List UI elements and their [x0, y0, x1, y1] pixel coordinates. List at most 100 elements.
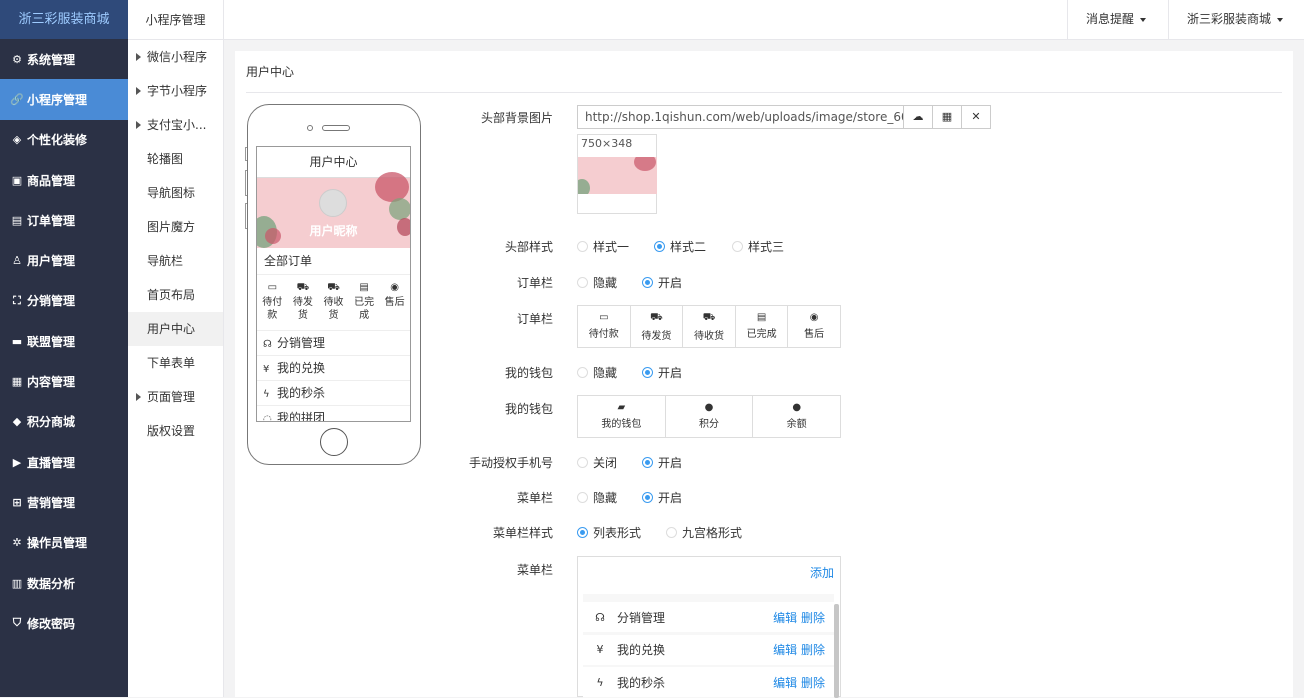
- account-dropdown[interactable]: 浙三彩服装商城: [1168, 0, 1304, 40]
- menu-icon: ☊: [263, 339, 272, 350]
- preview-menu-item: ☊ 分销管理: [257, 331, 410, 356]
- edit-link[interactable]: 编辑: [773, 643, 797, 657]
- wallet-radio-0[interactable]: 隐藏: [577, 364, 617, 381]
- menu-list-label: 菜单栏: [516, 563, 553, 577]
- subnav-item-1[interactable]: 字节小程序: [128, 74, 223, 108]
- sidebar-item-12[interactable]: ✲ 操作员管理: [0, 523, 128, 563]
- menu-style-radio-0[interactable]: 列表形式: [577, 524, 641, 541]
- sidebar-item-6[interactable]: ⛶ 分销管理: [0, 281, 128, 321]
- wallet-item-cell[interactable]: ● 余额: [753, 396, 840, 437]
- radio-circle: [577, 277, 588, 288]
- sidebar-item-7[interactable]: ▬ 联盟管理: [0, 321, 128, 361]
- sidebar-item-13[interactable]: ▥ 数据分析: [0, 563, 128, 603]
- sidebar-item-14[interactable]: ⛉ 修改密码: [0, 603, 128, 643]
- menu-row-actions: 编辑 删除: [773, 641, 825, 658]
- card-icon: ▬: [11, 334, 23, 348]
- subnav-item-2[interactable]: 支付宝小...: [128, 108, 223, 142]
- clear-button[interactable]: ✕: [962, 105, 991, 129]
- chevron-down-icon: [1140, 17, 1147, 22]
- radio-circle: [666, 527, 677, 538]
- scrollbar[interactable]: [834, 604, 839, 698]
- menu-toggle-radio-1[interactable]: 开启: [642, 489, 682, 506]
- subnav-item-10[interactable]: 页面管理: [128, 380, 223, 414]
- wallet-item-icon: ●: [792, 402, 802, 413]
- preview-order-item: ▭ 待付款: [257, 275, 288, 330]
- order-icon-label: 售后: [804, 329, 825, 340]
- subnav-item-9[interactable]: 下单表单: [128, 346, 223, 380]
- header-style-radio-0[interactable]: 样式一: [577, 238, 629, 255]
- gear-icon: ⚙: [12, 52, 22, 66]
- menu-toggle-radio-0[interactable]: 隐藏: [577, 489, 617, 506]
- header-style-radio-2[interactable]: 样式三: [732, 238, 784, 255]
- order-bar-radio-0[interactable]: 隐藏: [577, 274, 617, 291]
- order-icon-cell[interactable]: ▭ 待付款: [578, 306, 631, 347]
- upload-button[interactable]: ☁: [904, 105, 933, 129]
- preview-order-label: 售后: [384, 297, 405, 308]
- phone-auth-radio-0[interactable]: 关闭: [577, 454, 617, 471]
- wallet-item-cell[interactable]: ● 积分: [666, 396, 754, 437]
- order-bar-radio-1[interactable]: 开启: [642, 274, 682, 291]
- sidebar-item-4[interactable]: ▤ 订单管理: [0, 200, 128, 240]
- sidebar-item-9[interactable]: ◆ 积分商城: [0, 402, 128, 442]
- notify-dropdown[interactable]: 消息提醒: [1067, 0, 1168, 40]
- wallet-item-cell[interactable]: ▰ 我的钱包: [578, 396, 666, 437]
- menu-row-actions: 编辑 删除: [773, 609, 825, 626]
- wallet-radio-1[interactable]: 开启: [642, 364, 682, 381]
- order-icon-cell[interactable]: ⛟ 待发货: [631, 306, 684, 347]
- subnav-item-label: 页面管理: [147, 390, 196, 404]
- bg-image-url-input[interactable]: http://shop.1qishun.com/web/uploads/imag…: [577, 105, 904, 129]
- subnav-item-11[interactable]: 版权设置: [128, 414, 223, 448]
- header-style-label: 头部样式: [504, 240, 553, 254]
- radio-label: 样式三: [748, 240, 785, 254]
- preview-all-orders: 全部订单: [257, 248, 410, 275]
- sidebar-item-5[interactable]: ♙ 用户管理: [0, 240, 128, 280]
- sidebar-item-2[interactable]: ◈ 个性化装修: [0, 120, 128, 160]
- sidebar-item-0[interactable]: ⚙ 系统管理: [0, 39, 128, 79]
- subnav-item-4[interactable]: 导航图标: [128, 176, 223, 210]
- preview-order-label: 成: [359, 310, 370, 321]
- cog-icon: ✲: [12, 536, 22, 550]
- radio-circle: [642, 492, 653, 503]
- preview-menu-item: ◌ 我的拼团: [257, 406, 410, 421]
- chevron-down-icon: [1277, 17, 1284, 22]
- add-menu-link[interactable]: 添加: [810, 564, 834, 581]
- phone-auth-radio-1[interactable]: 开启: [642, 454, 682, 471]
- menu-icon: ¥: [263, 364, 270, 375]
- sidebar-item-label: 商品管理: [27, 173, 76, 188]
- delete-link[interactable]: 删除: [801, 643, 825, 657]
- menu-style-radio-1[interactable]: 九宫格形式: [666, 524, 742, 541]
- delete-link[interactable]: 删除: [801, 611, 825, 625]
- sidebar-item-3[interactable]: ▣ 商品管理: [0, 160, 128, 200]
- order-icon-cell[interactable]: ◉ 售后: [788, 306, 840, 347]
- sidebar-item-10[interactable]: ▶ 直播管理: [0, 442, 128, 482]
- brand-title: 浙三彩服装商城: [0, 0, 128, 39]
- order-icon-cell[interactable]: ⛟ 待收货: [683, 306, 736, 347]
- subnav-item-5[interactable]: 图片魔方: [128, 210, 223, 244]
- order-icon: ⛟: [327, 282, 340, 293]
- gallery-button[interactable]: ▦: [933, 105, 962, 129]
- cloud-upload-icon: ☁: [912, 110, 924, 123]
- wallet-items-label: 我的钱包: [504, 402, 553, 416]
- menu-rows: ☊ 分销管理 编辑 删除 ¥ 我的兑换 编辑 删除 ϟ 我的秒杀 编辑 删除: [583, 594, 834, 698]
- subnav-item-7[interactable]: 首页布局: [128, 278, 223, 312]
- breadcrumb[interactable]: 小程序管理: [128, 0, 224, 40]
- order-icon-cell[interactable]: ▤ 已完成: [736, 306, 789, 347]
- sidebar-item-8[interactable]: ▦ 内容管理: [0, 361, 128, 401]
- edit-link[interactable]: 编辑: [773, 676, 797, 690]
- subnav-item-8[interactable]: 用户中心: [128, 312, 223, 346]
- subnav-item-0[interactable]: 微信小程序: [128, 40, 223, 74]
- bg-image-preview: [578, 157, 657, 194]
- caret-right-icon: [136, 53, 141, 61]
- delete-link[interactable]: 删除: [801, 676, 825, 690]
- edit-link[interactable]: 编辑: [773, 611, 797, 625]
- header-style-radio-1[interactable]: 样式二: [654, 238, 706, 255]
- subnav-item-label: 支付宝小...: [147, 118, 207, 132]
- caret-right-icon: [136, 87, 141, 95]
- sidebar-item-1[interactable]: 🔗 小程序管理: [0, 79, 128, 120]
- radio-label: 列表形式: [593, 526, 642, 540]
- sidebar-item-11[interactable]: ⊞ 营销管理: [0, 482, 128, 522]
- order-icon: ⛟: [296, 282, 310, 293]
- subnav-item-6[interactable]: 导航栏: [128, 244, 223, 278]
- bag-icon: ▣: [11, 173, 23, 187]
- subnav-item-3[interactable]: 轮播图: [128, 142, 223, 176]
